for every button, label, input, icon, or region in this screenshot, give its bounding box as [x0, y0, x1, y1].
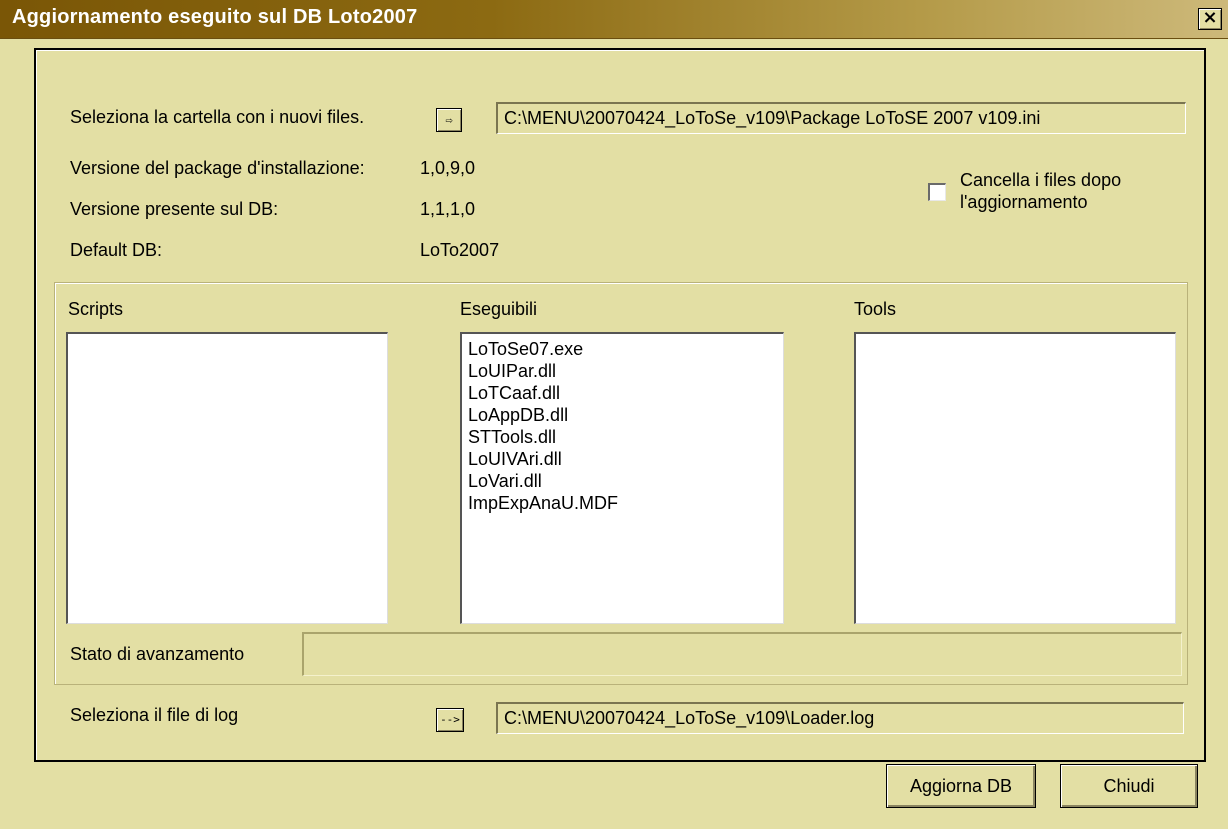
- list-item[interactable]: ImpExpAnaU.MDF: [468, 492, 777, 514]
- package-version-value: 1,0,9,0: [420, 158, 476, 178]
- tools-list[interactable]: [854, 332, 1176, 624]
- log-label: Seleziona il file di log: [70, 705, 239, 725]
- log-path-field[interactable]: C:\MENU\20070424_LoToSe_v109\Loader.log: [496, 702, 1184, 734]
- tools-header: Tools: [854, 299, 897, 319]
- close-window-button[interactable]: ×: [1198, 8, 1222, 30]
- folder-path-field[interactable]: C:\MENU\20070424_LoToSe_v109\Package LoT…: [496, 102, 1186, 134]
- db-version-value: 1,1,1,0: [420, 199, 476, 219]
- default-db-value: LoTo2007: [420, 240, 500, 260]
- list-item[interactable]: LoUIPar.dll: [468, 360, 777, 382]
- list-item[interactable]: LoVari.dll: [468, 470, 777, 492]
- progress-label: Stato di avanzamento: [70, 644, 245, 664]
- eseguibili-header: Eseguibili: [460, 299, 538, 319]
- folder-label: Seleziona la cartella con i nuovi files.: [70, 107, 365, 127]
- window-title: Aggiornamento eseguito sul DB Loto2007: [12, 6, 418, 28]
- browse-log-button[interactable]: -->: [436, 708, 464, 732]
- db-version-label: Versione presente sul DB:: [70, 199, 279, 219]
- list-item[interactable]: STTools.dll: [468, 426, 777, 448]
- delete-files-label-line1: Cancella i files dopo: [960, 170, 1122, 190]
- eseguibili-list[interactable]: LoToSe07.exe LoUIPar.dll LoTCaaf.dll LoA…: [460, 332, 784, 624]
- delete-files-checkbox[interactable]: [928, 183, 946, 201]
- list-item[interactable]: LoToSe07.exe: [468, 338, 777, 360]
- browse-folder-button[interactable]: ⇨: [436, 108, 462, 132]
- default-db-label: Default DB:: [70, 240, 163, 260]
- list-item[interactable]: LoUIVAri.dll: [468, 448, 777, 470]
- update-db-button[interactable]: Aggiorna DB: [886, 764, 1036, 808]
- title-bar: Aggiornamento eseguito sul DB Loto2007 ×: [0, 0, 1228, 39]
- list-item[interactable]: LoTCaaf.dll: [468, 382, 777, 404]
- delete-files-label-line2: l'aggiornamento: [960, 192, 1088, 212]
- scripts-list[interactable]: [66, 332, 388, 624]
- progress-bar: [302, 632, 1182, 676]
- scripts-header: Scripts: [68, 299, 124, 319]
- close-button[interactable]: Chiudi: [1060, 764, 1198, 808]
- package-version-label: Versione del package d'installazione:: [70, 158, 365, 178]
- list-item[interactable]: LoAppDB.dll: [468, 404, 777, 426]
